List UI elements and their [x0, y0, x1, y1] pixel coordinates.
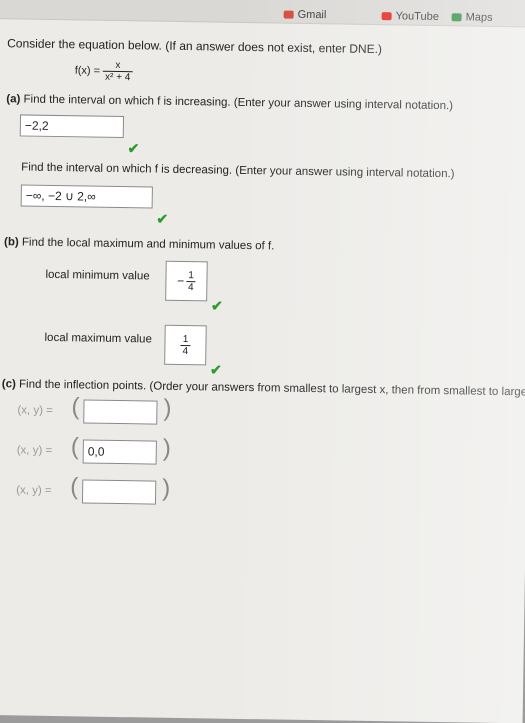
part-a-question: (a) Find the interval on which f is incr… — [6, 93, 453, 112]
part-a-label: (a) — [6, 93, 21, 106]
correct-check-icon: ✔ — [209, 361, 222, 378]
function-numerator: x — [103, 59, 133, 73]
function-denominator: x² + 4 — [104, 71, 131, 84]
part-a-question-text: Find the interval on which f is increasi… — [23, 93, 454, 113]
bookmark-label: Gmail — [297, 8, 327, 22]
local-min-denominator: 4 — [187, 281, 194, 293]
point-label: (x, y) = — [16, 484, 52, 497]
paren-close: ) — [161, 474, 171, 502]
screen: Gmail YouTube Maps Consider the equation… — [0, 0, 525, 723]
point-label: (x, y) = — [16, 444, 53, 457]
function-lhs: f(x) = — [74, 64, 101, 78]
part-a-question-2: Find the interval on which f is decreasi… — [21, 161, 455, 181]
local-min-label: local minimum value — [45, 268, 150, 283]
correct-check-icon: ✔ — [210, 297, 223, 314]
paren-open: ( — [71, 393, 80, 421]
local-max-input[interactable]: 1 4 — [164, 324, 207, 366]
bookmark-label: Maps — [465, 11, 493, 24]
inflection-point-input-1[interactable] — [83, 399, 158, 425]
correct-check-icon: ✔ — [127, 140, 140, 157]
paren-open: ( — [70, 433, 80, 461]
youtube-icon — [381, 12, 392, 21]
paren-close: ) — [163, 394, 172, 422]
local-min-numerator: 1 — [186, 269, 196, 282]
bookmark-youtube[interactable]: YouTube — [381, 10, 439, 23]
bookmark-maps[interactable]: Maps — [451, 11, 493, 24]
correct-check-icon: ✔ — [156, 210, 169, 227]
part-b-question: (b) Find the local maximum and minimum v… — [4, 236, 275, 252]
part-b-question-text: Find the local maximum and minimum value… — [21, 236, 275, 253]
part-c-label: (c) — [1, 378, 16, 391]
inflection-point-input-3[interactable] — [81, 479, 157, 505]
local-max-numerator: 1 — [180, 333, 191, 346]
part-b-label: (b) — [3, 236, 19, 249]
bookmarks-bar: Gmail YouTube Maps — [0, 0, 525, 28]
part-c-question: (c) Find the inflection points. (Order y… — [2, 378, 525, 399]
gmail-icon — [283, 10, 294, 19]
bookmark-label: YouTube — [395, 10, 439, 23]
part-c-question-text: Find the inflection points. (Order your … — [18, 378, 525, 399]
paren-close: ) — [162, 434, 172, 462]
function-fraction: x x² + 4 — [103, 59, 133, 84]
function-definition: f(x) = x x² + 4 — [75, 59, 133, 83]
local-min-fraction: 1 4 — [186, 269, 196, 293]
bookmark-gmail[interactable]: Gmail — [283, 8, 327, 22]
local-min-input[interactable]: − 1 4 — [165, 260, 208, 302]
local-max-denominator: 4 — [182, 345, 189, 357]
intro-text: Consider the equation below. (If an answ… — [7, 36, 383, 57]
local-min-sign: − — [177, 273, 185, 289]
local-max-label: local maximum value — [44, 331, 152, 346]
decreasing-interval-input[interactable]: −∞, −2 ∪ 2,∞ — [20, 184, 153, 209]
maps-icon — [451, 13, 462, 22]
paren-open: ( — [69, 473, 79, 501]
increasing-interval-input[interactable]: −2,2 — [19, 114, 125, 139]
inflection-point-input-2[interactable]: 0,0 — [82, 439, 157, 465]
point-label: (x, y) = — [17, 404, 53, 417]
local-max-fraction: 1 4 — [180, 333, 191, 357]
